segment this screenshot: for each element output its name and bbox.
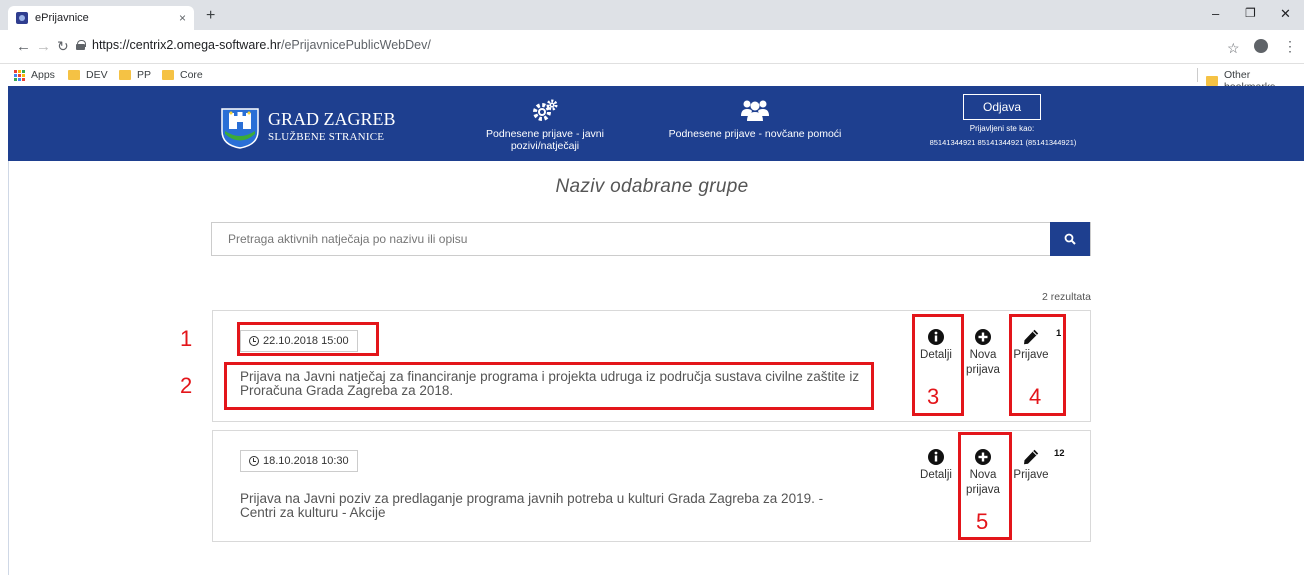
folder-icon — [162, 70, 174, 80]
card-date: 18.10.2018 10:30 — [263, 455, 349, 467]
brand-title[interactable]: GRAD ZAGREB — [268, 109, 396, 130]
bookmark-label: Apps — [31, 69, 55, 81]
profile-icon[interactable] — [1254, 39, 1268, 53]
new-application-label: Nova prijava — [966, 349, 1000, 376]
logged-in-user: 85141344921 85141344921 (85141344921) — [929, 138, 1077, 147]
folder-icon — [119, 70, 131, 80]
bookmarks-bar: Apps DEV PP Core Other bookmarks — [0, 64, 1304, 93]
bookmark-core[interactable]: Core — [162, 69, 203, 81]
details-button[interactable]: Detalji — [916, 447, 956, 483]
date-badge: 18.10.2018 10:30 — [240, 450, 358, 472]
info-icon — [928, 449, 944, 465]
tab-title: ePrijavnice — [35, 12, 89, 24]
annotation-number: 4 — [1029, 384, 1042, 409]
folder-icon — [68, 70, 80, 80]
nav-label: Podnesene prijave - novčane pomoći — [668, 128, 842, 140]
search-button[interactable] — [1050, 222, 1090, 256]
bookmark-label: Core — [180, 69, 203, 81]
brand-subtitle: SLUŽBENE STRANICE — [268, 131, 385, 143]
lock-icon — [76, 40, 86, 50]
applications-button[interactable]: Prijave — [1011, 447, 1051, 483]
new-application-button[interactable]: Nova prijava — [963, 327, 1003, 378]
restore-icon[interactable]: ❐ — [1245, 6, 1256, 20]
tab-close-icon[interactable]: × — [179, 11, 186, 25]
applications-label: Prijave — [1013, 469, 1049, 481]
details-label: Detalji — [920, 469, 952, 481]
url-field[interactable]: https://centrix2.omega-software.hr/ePrij… — [92, 38, 431, 52]
folder-icon — [1206, 76, 1218, 86]
page-title: Naziv odabrane grupe — [555, 176, 749, 197]
site-header: GRAD ZAGREB SLUŽBENE STRANICE Podnesene … — [8, 86, 1304, 161]
minimize-icon[interactable]: – — [1212, 6, 1219, 21]
bookmark-label: DEV — [86, 69, 108, 81]
browser-tab-bar: ePrijavnice × + – ❐ ✕ — [0, 0, 1304, 30]
logged-in-label: Prijavljeni ste kao: — [969, 124, 1035, 133]
annotation-number: 2 — [180, 373, 193, 398]
logout-button[interactable]: Odjava — [963, 94, 1041, 120]
site-favicon-icon — [16, 12, 28, 24]
url-host: https://centrix2.omega-software.hr — [92, 38, 281, 52]
reload-icon[interactable]: ↻ — [57, 38, 69, 55]
annotation-box-title — [224, 362, 874, 410]
annotation-box-date — [237, 322, 379, 356]
bookmark-pp[interactable]: PP — [119, 69, 151, 81]
applications-count: 12 — [1054, 448, 1065, 459]
bookmark-label: PP — [137, 69, 152, 81]
nav-item-javni-pozivi[interactable]: Podnesene prijave - javni pozivi/natječa… — [455, 98, 635, 152]
bookmark-dev[interactable]: DEV — [68, 69, 108, 81]
annotation-number: 3 — [927, 384, 940, 409]
annotation-number: 1 — [180, 326, 193, 351]
pencil-icon — [1024, 449, 1039, 465]
search-bar — [211, 222, 1091, 256]
browser-tab[interactable]: ePrijavnice × — [8, 6, 194, 30]
gears-icon — [533, 99, 558, 121]
search-input[interactable] — [212, 223, 1050, 255]
back-icon[interactable]: ← — [16, 38, 31, 55]
bookmark-apps[interactable]: Apps — [14, 69, 55, 81]
nav-item-novcane-pomoci[interactable]: Podnesene prijave - novčane pomoći — [655, 98, 855, 140]
url-path: /ePrijavnicePublicWebDev/ — [280, 38, 431, 52]
apps-grid-icon — [14, 69, 25, 81]
card-title[interactable]: Prijava na Javni poziv za predlaganje pr… — [240, 492, 860, 520]
nav-label: Podnesene prijave - javni pozivi/natječa… — [486, 128, 604, 152]
bookmark-star-icon[interactable]: ☆ — [1227, 40, 1240, 57]
window-close-icon[interactable]: ✕ — [1280, 6, 1291, 22]
browser-menu-icon[interactable]: ⋮ — [1283, 38, 1297, 55]
users-icon — [741, 100, 769, 121]
forward-icon[interactable]: → — [36, 38, 51, 55]
results-count: 2 rezultata — [1041, 291, 1091, 303]
annotation-number: 5 — [976, 509, 989, 534]
zagreb-coat-of-arms-icon[interactable] — [220, 107, 260, 149]
bookmarks-divider — [1197, 68, 1198, 82]
clock-icon — [249, 456, 259, 466]
new-tab-button[interactable]: + — [206, 7, 215, 25]
page-left-border — [8, 161, 9, 575]
plus-circle-icon — [975, 329, 991, 345]
search-icon — [1064, 233, 1076, 245]
